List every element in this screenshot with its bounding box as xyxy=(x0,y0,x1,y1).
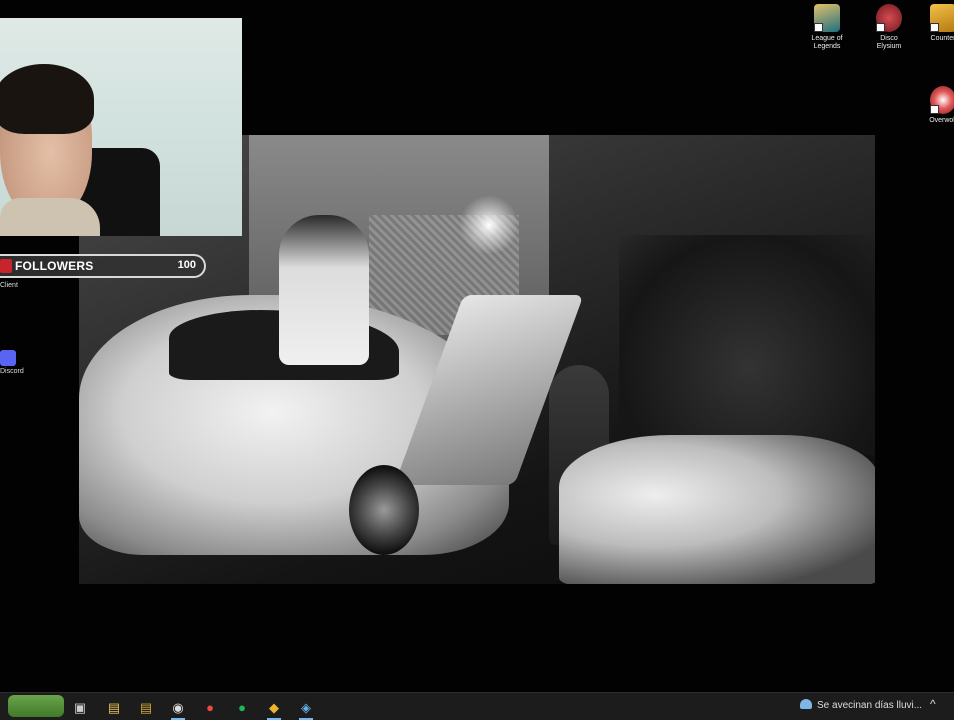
desktop-icon-overwolf[interactable]: Overwolf xyxy=(922,86,954,125)
desktop-icon-label: League of Legends xyxy=(811,35,843,50)
steam-icon[interactable]: ◈ xyxy=(296,697,316,720)
desktop-icon-counter[interactable]: Counter xyxy=(922,4,954,43)
followers-badge-icon xyxy=(0,259,12,273)
desktop: FOLLOWERS 100 Client Discord League of L… xyxy=(0,0,954,692)
followers-goal-bar: FOLLOWERS 100 xyxy=(0,254,206,278)
photo-person-seated xyxy=(279,215,369,365)
start-button[interactable] xyxy=(8,695,64,717)
file-explorer-icon[interactable]: ▤ xyxy=(104,697,124,717)
desktop-icon-label: Discord xyxy=(0,368,24,375)
obs-icon[interactable]: ◉ xyxy=(168,697,188,720)
photo-crowd xyxy=(619,235,875,455)
desktop-icon-label: Overwolf xyxy=(929,117,954,124)
followers-count: 100 xyxy=(177,259,196,271)
desktop-icon-league-of-legends[interactable]: League of Legends xyxy=(806,4,848,51)
webcam-shirt xyxy=(0,198,100,236)
weather-cloud-icon xyxy=(800,699,812,709)
chrome-icon[interactable]: ● xyxy=(200,697,220,717)
photo-streetlight xyxy=(459,195,519,255)
followers-label: FOLLOWERS xyxy=(15,259,94,273)
desktop-icon-disco-elysium[interactable]: Disco Elysium xyxy=(868,4,910,51)
desktop-icon-label: Counter xyxy=(930,35,954,42)
disco-elysium-icon xyxy=(876,4,902,32)
photo-car-wheel xyxy=(349,465,419,555)
spotify-icon[interactable]: ● xyxy=(232,697,252,717)
desktop-icon-discord[interactable]: Discord xyxy=(0,350,24,375)
desktop-icon-label: Disco Elysium xyxy=(876,35,902,50)
task-view-icon[interactable]: ▣ xyxy=(70,697,90,717)
league-of-legends-icon xyxy=(814,4,840,32)
files-icon[interactable]: ▤ xyxy=(136,697,156,717)
desktop-icon-label: Client xyxy=(0,282,18,289)
taskbar: ▣ ▤ ▤ ◉ ● ● ◆ ◈ Se avecinan días lluvi..… xyxy=(0,692,954,720)
weather-widget[interactable]: Se avecinan días lluvi... xyxy=(800,699,922,711)
app-icon[interactable]: ◆ xyxy=(264,697,284,720)
desktop-icon-client[interactable]: Client xyxy=(0,280,22,289)
weather-text: Se avecinan días lluvi... xyxy=(817,700,923,711)
overwolf-icon xyxy=(930,86,954,114)
photo-lamborghini-right xyxy=(559,435,875,584)
webcam-overlay xyxy=(0,18,242,236)
tray-caret-icon[interactable]: ^ xyxy=(930,697,936,711)
counter-strike-icon xyxy=(930,4,954,32)
webcam-hair xyxy=(0,64,94,134)
discord-icon xyxy=(0,350,16,366)
